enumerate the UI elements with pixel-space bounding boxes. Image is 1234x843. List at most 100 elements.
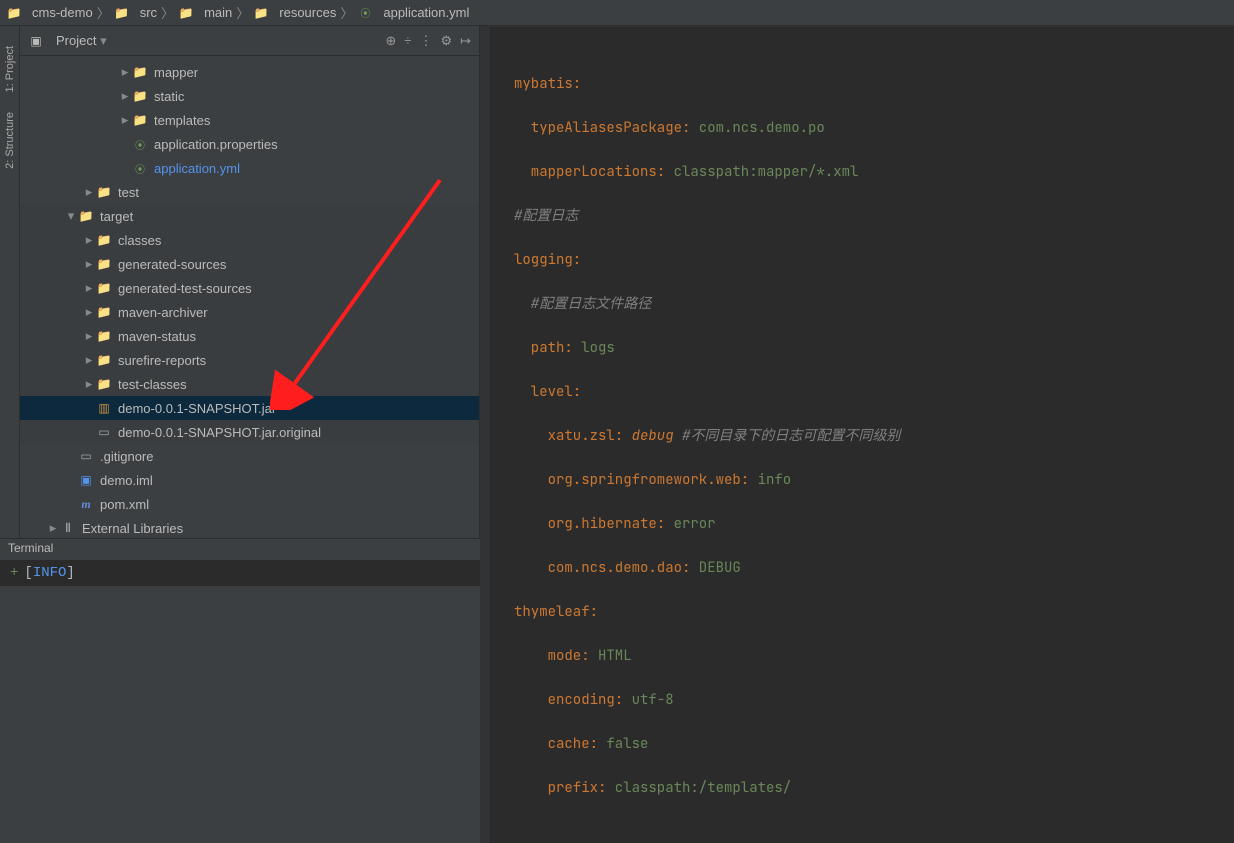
tree-toggle-icon[interactable] — [82, 328, 96, 344]
tree-row[interactable]: External Libraries — [20, 516, 479, 538]
tree-toggle-icon[interactable] — [46, 520, 60, 536]
tree-row[interactable]: generated-sources — [20, 252, 479, 276]
folder-icon — [253, 5, 269, 21]
chevron-right-icon: 〉 — [236, 3, 249, 22]
tool-rail: 1: Project 2: Structure — [0, 26, 20, 538]
crumb-file[interactable]: application.yml — [357, 5, 469, 21]
folder-icon — [96, 376, 112, 392]
tree-toggle-icon[interactable] — [118, 64, 132, 80]
terminal-text: [ — [24, 565, 32, 581]
crumb-main[interactable]: main — [178, 5, 232, 21]
collapse-all-icon[interactable]: ÷ — [404, 33, 411, 49]
tree-label: .gitignore — [100, 449, 153, 464]
jar-icon — [96, 400, 112, 416]
tree-row[interactable]: surefire-reports — [20, 348, 479, 372]
chevron-right-icon: 〉 — [97, 3, 110, 22]
crumb-resources[interactable]: resources — [253, 5, 336, 21]
tree-row[interactable]: classes — [20, 228, 479, 252]
project-view-dropdown[interactable]: Project — [56, 33, 107, 49]
lib-icon — [60, 520, 76, 536]
tree-label: demo-0.0.1-SNAPSHOT.jar.original — [118, 425, 321, 440]
chevron-right-icon: 〉 — [340, 3, 353, 22]
tree-row[interactable]: mapper — [20, 60, 479, 84]
yml-icon — [132, 160, 148, 176]
crumb-cms-demo[interactable]: cms-demo — [6, 5, 93, 21]
folder-icon — [96, 304, 112, 320]
tree-row[interactable]: static — [20, 84, 479, 108]
tree-label: generated-sources — [118, 257, 226, 272]
tree-toggle-icon[interactable] — [82, 376, 96, 392]
gutter — [480, 27, 490, 843]
tree-label: demo.iml — [100, 473, 153, 488]
folder-icon — [96, 352, 112, 368]
tree-toggle-icon[interactable] — [118, 88, 132, 104]
tree-label: test-classes — [118, 377, 187, 392]
tree-label: pom.xml — [100, 497, 149, 512]
tree-toggle-icon[interactable] — [82, 184, 96, 200]
folder-icon — [96, 280, 112, 296]
code-editor[interactable]: mybatis: typeAliasesPackage: com.ncs.dem… — [480, 27, 1234, 843]
settings-icon[interactable]: ⚙ — [440, 33, 452, 49]
crumb-src[interactable]: src — [114, 5, 157, 21]
tree-label: application.yml — [154, 161, 240, 176]
tree-label: surefire-reports — [118, 353, 206, 368]
tree-toggle-icon[interactable] — [82, 232, 96, 248]
terminal-info: INFO — [33, 565, 67, 581]
rail-project[interactable]: 1: Project — [4, 46, 16, 92]
tree-row[interactable]: templates — [20, 108, 479, 132]
tree-label: maven-archiver — [118, 305, 208, 320]
tree-toggle-icon[interactable] — [118, 112, 132, 128]
tree-label: maven-status — [118, 329, 196, 344]
terminal-add-icon[interactable]: + — [10, 565, 18, 581]
folder-icon — [96, 232, 112, 248]
gear-icon[interactable]: ⋮ — [419, 33, 432, 49]
tree-label: application.properties — [154, 137, 278, 152]
project-icon: ▣ — [28, 33, 44, 49]
terminal-text: ] — [66, 565, 74, 581]
tree-row[interactable]: demo-0.0.1-SNAPSHOT.jar.original — [20, 420, 479, 444]
tree-row[interactable]: pom.xml — [20, 492, 479, 516]
folder-icon — [96, 328, 112, 344]
folder-icon — [78, 208, 94, 224]
tree-label: test — [118, 185, 139, 200]
hide-icon[interactable]: ↦ — [460, 33, 471, 49]
tree-toggle-icon[interactable] — [82, 280, 96, 296]
locate-icon[interactable]: ⊕ — [385, 33, 396, 49]
tree-toggle-icon[interactable] — [64, 208, 78, 224]
yml-icon — [132, 136, 148, 152]
tree-label: static — [154, 89, 184, 104]
rail-structure[interactable]: 2: Structure — [4, 112, 16, 169]
yml-icon — [357, 5, 373, 21]
tree-label: target — [100, 209, 133, 224]
project-header: ▣ Project ⊕ ÷ ⋮ ⚙ ↦ — [20, 26, 479, 56]
tree-row[interactable]: application.properties — [20, 132, 479, 156]
tree-row[interactable]: test-classes — [20, 372, 479, 396]
project-panel: ▣ Project ⊕ ÷ ⋮ ⚙ ↦ mapper static template… — [20, 26, 480, 538]
folder-icon — [132, 64, 148, 80]
tree-row[interactable]: test — [20, 180, 479, 204]
folder-icon — [132, 88, 148, 104]
tree-toggle-icon[interactable] — [82, 256, 96, 272]
folder-icon — [132, 112, 148, 128]
tree-row[interactable]: application.yml — [20, 156, 479, 180]
tree-row[interactable]: target — [20, 204, 479, 228]
tree-row[interactable]: demo-0.0.1-SNAPSHOT.jar — [20, 396, 479, 420]
tree-row[interactable]: maven-status — [20, 324, 479, 348]
project-tree[interactable]: mapper static templates application.propert… — [20, 56, 479, 538]
main-area: 1: Project 2: Structure ▣ Project ⊕ ÷ ⋮ … — [0, 26, 1234, 538]
tree-row[interactable]: .gitignore — [20, 444, 479, 468]
tree-toggle-icon[interactable] — [82, 304, 96, 320]
m-icon — [78, 496, 94, 512]
tree-toggle-icon[interactable] — [82, 352, 96, 368]
tree-row[interactable]: maven-archiver — [20, 300, 479, 324]
tree-row[interactable]: generated-test-sources — [20, 276, 479, 300]
folder-icon — [178, 5, 194, 21]
tree-label: classes — [118, 233, 161, 248]
folder-icon — [6, 5, 22, 21]
tree-label: demo-0.0.1-SNAPSHOT.jar — [118, 401, 276, 416]
file-icon — [78, 448, 94, 464]
folder-icon — [96, 184, 112, 200]
tree-label: templates — [154, 113, 210, 128]
file-icon — [96, 424, 112, 440]
tree-row[interactable]: demo.iml — [20, 468, 479, 492]
